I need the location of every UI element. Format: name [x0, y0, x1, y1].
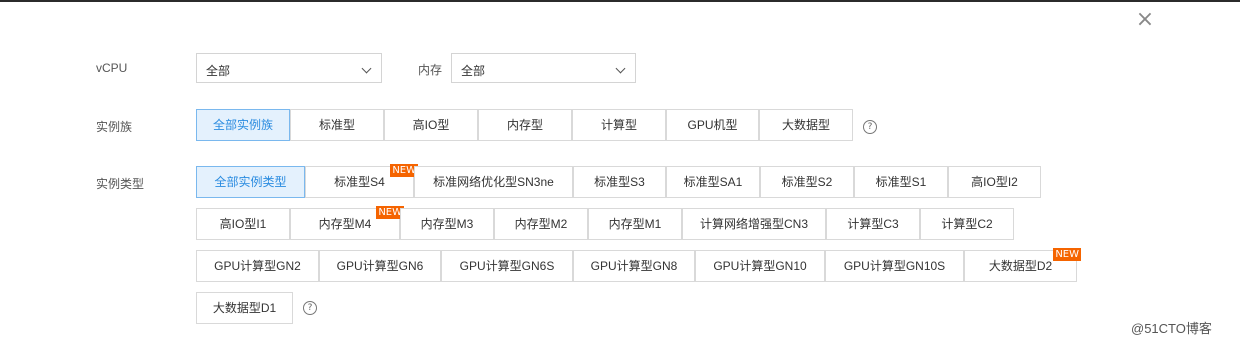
top-border: [0, 0, 1240, 2]
memory-label: 内存: [418, 63, 443, 77]
type-option[interactable]: 全部实例类型: [196, 166, 305, 198]
family-label: 实例族: [96, 120, 133, 134]
type-option[interactable]: 内存型M1: [588, 208, 682, 240]
type-option-label: 内存型M4: [318, 217, 372, 231]
type-option[interactable]: 高IO型I1: [196, 208, 290, 240]
type-option[interactable]: 标准型S3: [573, 166, 666, 198]
type-option[interactable]: GPU计算型GN6S: [441, 250, 573, 282]
family-option-high-io[interactable]: 高IO型: [384, 109, 478, 141]
type-option[interactable]: 计算型C3: [826, 208, 920, 240]
type-option[interactable]: 标准型S2: [760, 166, 854, 198]
type-option[interactable]: GPU计算型GN10S: [825, 250, 964, 282]
family-option-standard[interactable]: 标准型: [290, 109, 384, 141]
family-option-bigdata[interactable]: 大数据型: [759, 109, 853, 141]
chevron-down-icon: [615, 63, 626, 74]
watermark: @51CTO博客: [1131, 321, 1212, 336]
type-option-label: 大数据型D2: [988, 259, 1053, 273]
memory-select-value: 全部: [461, 64, 486, 78]
help-icon[interactable]: ?: [863, 120, 877, 134]
help-icon[interactable]: ?: [303, 301, 317, 315]
type-option[interactable]: GPU计算型GN10: [695, 250, 825, 282]
type-option[interactable]: 内存型M4 NEW: [290, 206, 404, 240]
vcpu-select-value: 全部: [206, 64, 231, 78]
family-option-gpu[interactable]: GPU机型: [666, 109, 759, 141]
type-option-label: 标准型S4: [334, 175, 385, 189]
new-badge: NEW: [1053, 248, 1081, 261]
vcpu-label: vCPU: [96, 61, 128, 75]
family-option-memory[interactable]: 内存型: [478, 109, 572, 141]
close-icon[interactable]: ×: [1135, 9, 1155, 31]
type-option[interactable]: 标准型S4 NEW: [305, 164, 418, 198]
type-option[interactable]: 标准网络优化型SN3ne: [414, 166, 573, 198]
type-option[interactable]: 大数据型D2 NEW: [964, 248, 1081, 282]
type-option[interactable]: GPU计算型GN2: [196, 250, 319, 282]
type-option[interactable]: 标准型SA1: [666, 166, 760, 198]
vcpu-select[interactable]: 全部: [196, 53, 382, 83]
type-option[interactable]: 大数据型D1: [196, 292, 293, 324]
type-option[interactable]: 内存型M3: [400, 208, 494, 240]
type-option[interactable]: 计算网络增强型CN3: [682, 208, 826, 240]
type-option[interactable]: 内存型M2: [494, 208, 588, 240]
chevron-down-icon: [361, 63, 372, 74]
type-option[interactable]: GPU计算型GN8: [573, 250, 695, 282]
type-option[interactable]: 标准型S1: [854, 166, 948, 198]
types-label: 实例类型: [96, 177, 145, 191]
memory-select[interactable]: 全部: [451, 53, 636, 83]
type-option[interactable]: 计算型C2: [920, 208, 1014, 240]
type-option[interactable]: GPU计算型GN6: [319, 250, 441, 282]
type-option[interactable]: 高IO型I2: [948, 166, 1041, 198]
family-option-all[interactable]: 全部实例族: [196, 109, 290, 141]
family-option-compute[interactable]: 计算型: [572, 109, 666, 141]
